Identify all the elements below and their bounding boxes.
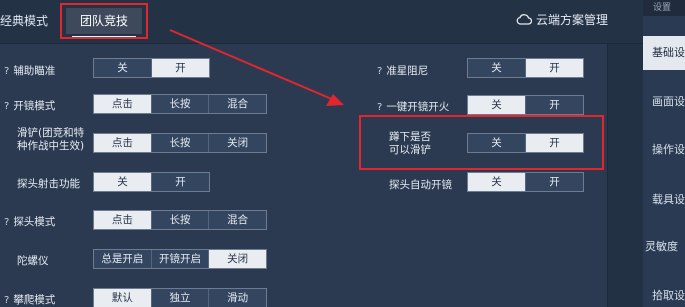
annotation-arrow [169,29,344,106]
